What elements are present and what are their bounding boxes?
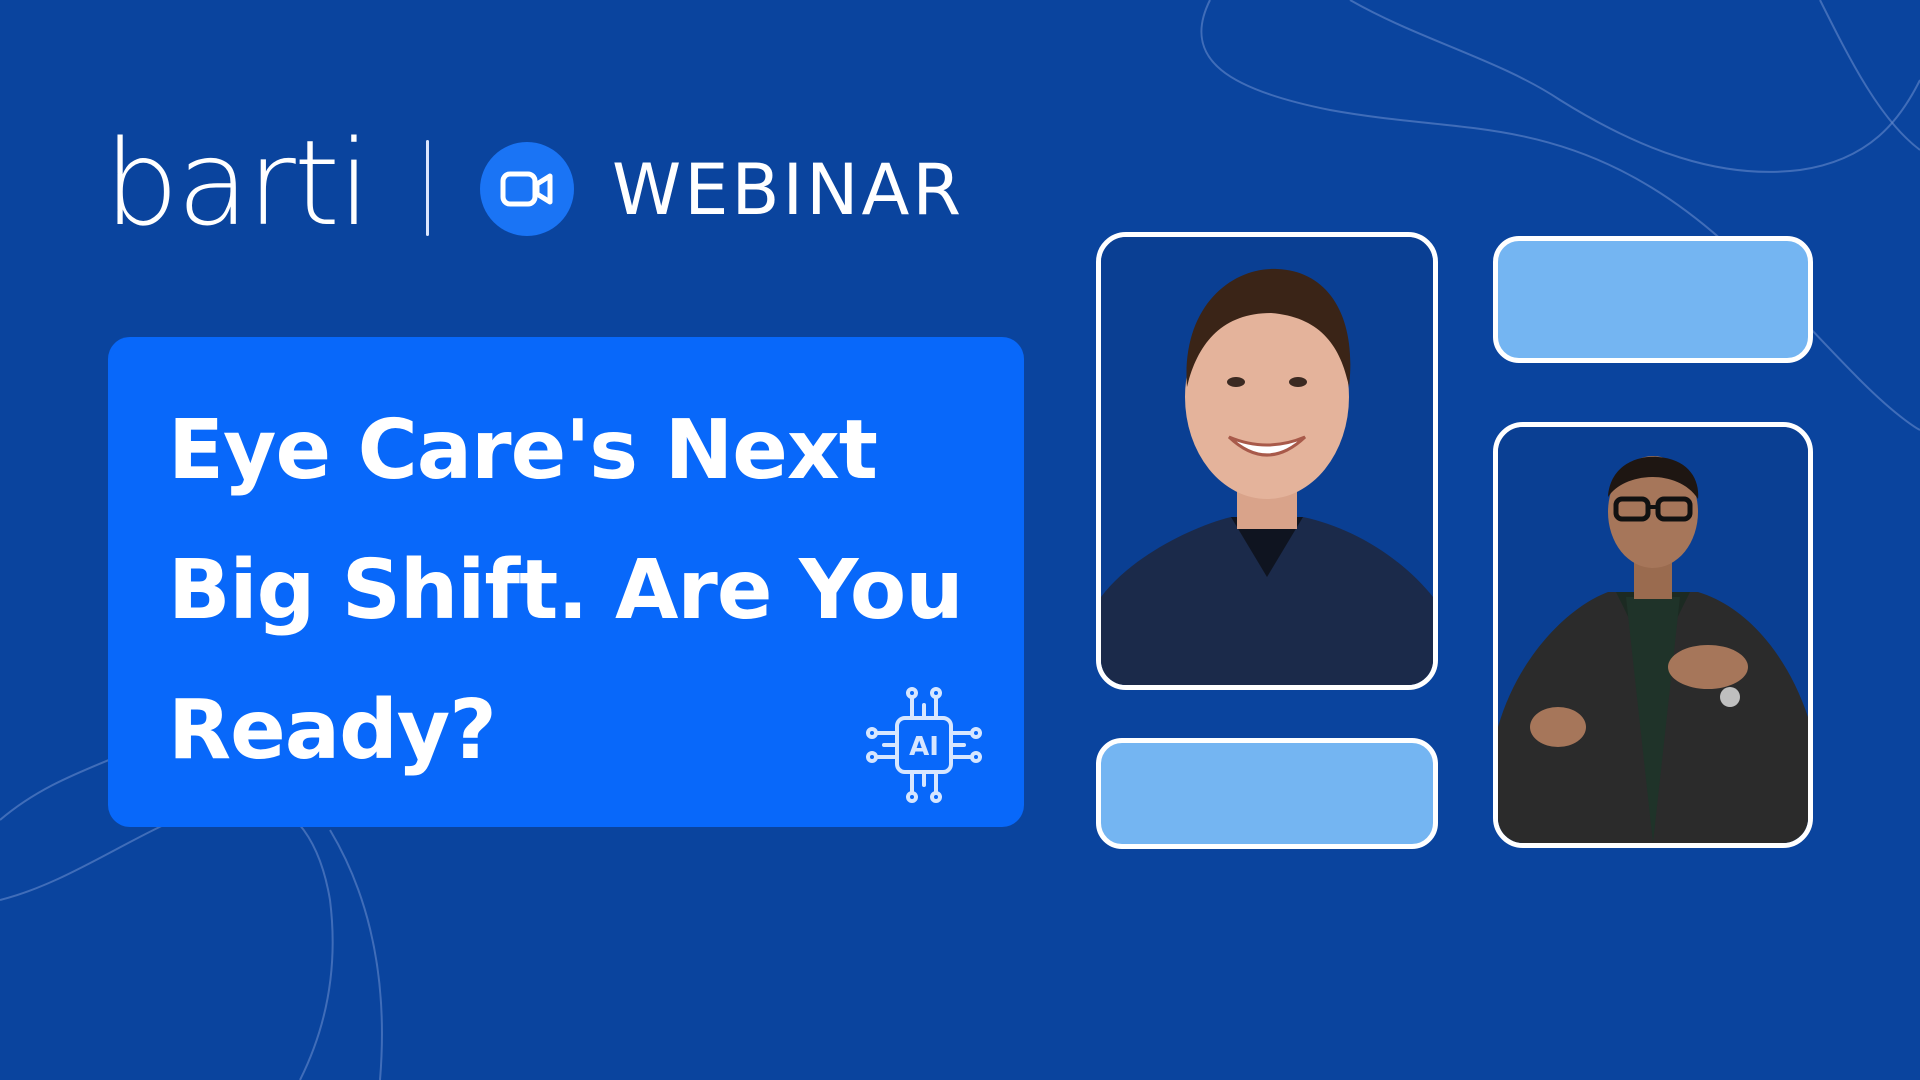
logo-text: barti: [104, 114, 371, 252]
webinar-label: WEBINAR: [612, 149, 964, 231]
barti-logo: barti: [104, 124, 371, 242]
speaker-name-placeholder-2: [1493, 236, 1813, 363]
speaker-name-placeholder-1: [1096, 738, 1438, 849]
speaker-photo-1: [1096, 232, 1438, 690]
ai-chip-icon: AI: [864, 685, 984, 805]
header-divider: [426, 140, 429, 236]
video-camera-icon: [480, 142, 574, 236]
speaker-photo-2: [1493, 422, 1813, 848]
ai-chip-label: AI: [909, 732, 939, 762]
title-card: Eye Care's Next Big Shift. Are You Ready…: [108, 337, 1024, 827]
